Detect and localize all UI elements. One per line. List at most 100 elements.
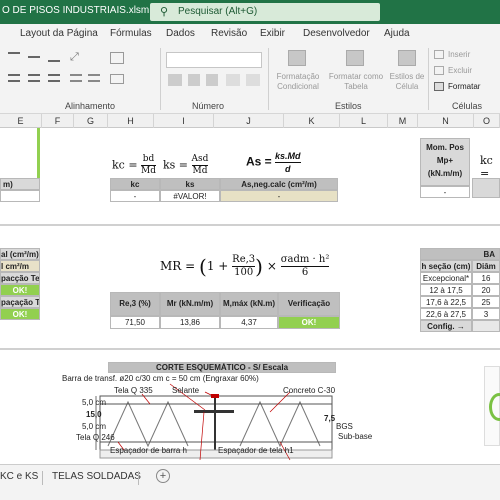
orientation-icon[interactable]: ⤢ [70,51,79,64]
delete-icon[interactable] [434,66,444,75]
column-header[interactable]: E [0,114,42,128]
label-dim-75: 7,5 [324,414,336,423]
align-right-icon[interactable] [48,74,60,82]
left-green-area [0,128,40,178]
tab-help[interactable]: Ajuda [384,28,410,39]
column-header[interactable]: J [214,114,284,128]
tela-header[interactable]: Diâm [472,260,500,272]
label-bgs: BGS [336,422,353,431]
currency-icon[interactable] [168,74,182,86]
align-bottom-icon[interactable] [48,52,60,62]
as-neg-value[interactable]: - [220,190,338,202]
tab-data[interactable]: Dados [166,28,195,39]
left-ok-cell[interactable]: OK! [0,308,40,320]
sheet-tab-telas-soldadas[interactable]: TELAS SOLDADAS [52,471,141,482]
tab-page-layout[interactable]: Layout da Página [20,28,98,39]
re3-header[interactable]: Re,3 (%) [110,292,160,316]
column-header[interactable]: F [42,114,74,128]
mr-header[interactable]: Mr (kN.m/m) [160,292,220,316]
column-header[interactable]: G [74,114,108,128]
tela-row-label[interactable]: 17,6 à 22,5 [420,296,472,308]
format-as-table-icon[interactable] [346,50,364,66]
mmax-value[interactable]: 4,37 [220,316,278,329]
left-mid-cell[interactable]: pacção Tela [0,272,40,284]
tela-row-label[interactable]: 22,6 à 27,5 [420,308,472,320]
left-mid-cell[interactable]: al (cm²/m) [0,248,40,260]
left-ok-cell[interactable]: OK! [0,284,40,296]
row-divider [0,224,500,226]
tela-row-value[interactable]: 16 [472,272,500,284]
tela-header[interactable]: h seção (cm) [420,260,472,272]
tela-table-title[interactable]: BA [420,248,500,260]
worksheet[interactable]: E F G H I J K L M N O m) kc = bd Md ks =… [0,114,500,464]
tela-row-value[interactable]: 25 [472,296,500,308]
ks-formula: ks = Asd Md [163,154,209,177]
search-box[interactable]: ⚲ Pesquisar (Alt+G) [150,3,380,21]
conditional-format-button[interactable]: Formatação Condicional [272,72,324,92]
column-header[interactable]: K [284,114,340,128]
format-icon[interactable] [434,82,444,91]
conditional-format-icon[interactable] [288,50,306,66]
add-sheet-button[interactable]: + [156,469,170,483]
indent-decrease-icon[interactable] [70,74,82,82]
decrease-decimal-icon[interactable] [246,74,260,86]
tela-row-value[interactable]: 3 [472,308,500,320]
tela-row-label[interactable]: Excepcional* [420,272,472,284]
column-header[interactable]: L [340,114,388,128]
ks-value[interactable]: #VALOR! [160,190,220,202]
left-header-cell[interactable]: m) [0,178,40,190]
increase-decimal-icon[interactable] [226,74,240,86]
column-header[interactable]: H [108,114,154,128]
kc-header[interactable]: kc [110,178,160,190]
tab-formulas[interactable]: Fórmulas [110,28,152,39]
kc-value[interactable]: - [110,190,160,202]
tela-row-label[interactable]: 12 à 17,5 [420,284,472,296]
tab-review[interactable]: Revisão [211,28,247,39]
mr-formula-num: Re,3 [232,254,256,267]
mmax-header[interactable]: M,máx (kN.m) [220,292,278,316]
column-header[interactable]: O [474,114,500,128]
verificacao-header[interactable]: Verificação [278,292,340,316]
as-neg-header[interactable]: As,neg.calc (cm²/m) [220,178,338,190]
left-mid-cell[interactable]: paçação Tela [0,296,40,308]
right-partial-header[interactable] [472,178,500,198]
column-header[interactable]: N [418,114,474,128]
column-header[interactable]: M [388,114,418,128]
sheet-tab-kc-ks[interactable]: KC e KS [0,471,38,482]
percent-icon[interactable] [188,74,200,86]
cell-styles-button[interactable]: Estilos de Célula [386,72,428,92]
delete-button[interactable]: Excluir [448,66,472,76]
config-value[interactable] [472,320,500,332]
insert-button[interactable]: Inserir [448,50,470,60]
left-value-cell[interactable] [0,190,40,202]
insert-icon[interactable] [434,50,444,59]
mom-pos-value[interactable]: - [420,186,470,198]
indent-increase-icon[interactable] [88,74,100,82]
align-top-icon[interactable] [8,52,20,62]
format-as-table-button[interactable]: Formatar como Tabela [326,72,386,92]
left-mid-cell[interactable]: l cm²/m [0,260,40,272]
format-button[interactable]: Formatar [448,82,480,92]
ribbon-separator [428,48,429,110]
merge-icon[interactable] [110,74,124,84]
re3-value[interactable]: 71,50 [110,316,160,329]
mr-value[interactable]: 13,86 [160,316,220,329]
column-header[interactable]: I [154,114,214,128]
ks-formula-num: Asd [191,154,209,166]
label-concreto: Concreto C-30 [283,386,336,395]
align-left-icon[interactable] [8,74,20,82]
number-format-dropdown[interactable] [166,52,262,68]
config-button[interactable]: Config. → [420,320,472,332]
ks-header[interactable]: ks [160,178,220,190]
tab-view[interactable]: Exibir [260,28,285,39]
tab-developer[interactable]: Desenvolvedor [303,28,370,39]
wrap-text-icon[interactable] [110,52,124,64]
mom-pos-header[interactable]: Mom. Pos Mp+ (kN.m/m) [420,138,470,186]
align-center-icon[interactable] [28,74,40,82]
mr-formula-den: 100 [234,267,254,278]
verificacao-value[interactable]: OK! [278,316,340,329]
comma-icon[interactable] [206,74,218,86]
tela-row-value[interactable]: 20 [472,284,500,296]
align-middle-icon[interactable] [28,56,40,58]
cell-styles-icon[interactable] [398,50,416,66]
